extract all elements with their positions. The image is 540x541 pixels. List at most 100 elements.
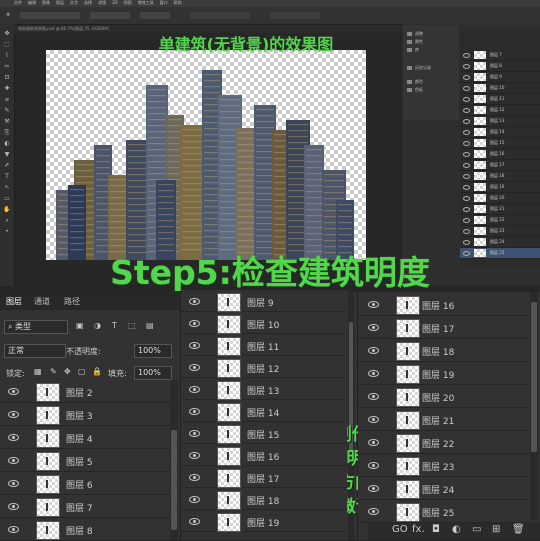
tool-icon[interactable]: ▭ bbox=[3, 195, 11, 202]
visibility-eye-icon[interactable] bbox=[189, 408, 200, 415]
tool-icon[interactable]: ◐ bbox=[3, 140, 11, 147]
tool-icon[interactable]: ✎ bbox=[3, 107, 11, 114]
layer-row[interactable]: 图层 6 bbox=[0, 472, 170, 495]
mask-icon[interactable]: ◘ bbox=[432, 524, 440, 535]
visibility-eye-icon[interactable] bbox=[463, 108, 470, 113]
fill-field[interactable]: 100% bbox=[134, 366, 172, 380]
adjust-item[interactable]: 调整 bbox=[407, 31, 423, 37]
visibility-eye-icon[interactable] bbox=[463, 75, 470, 80]
visibility-eye-icon[interactable] bbox=[189, 452, 200, 459]
fx-icon[interactable]: fx. bbox=[412, 524, 425, 535]
adjust-item[interactable]: 属性 bbox=[407, 39, 423, 45]
layers-scrollbar[interactable] bbox=[530, 292, 538, 520]
layers-scrollbar[interactable] bbox=[170, 380, 178, 540]
layer-row[interactable]: 图层 22 bbox=[358, 431, 528, 454]
layer-row[interactable]: 图层 25 bbox=[358, 500, 528, 523]
visibility-eye-icon[interactable] bbox=[189, 496, 200, 503]
tool-icon[interactable]: ✂ bbox=[3, 63, 11, 70]
layer-row[interactable]: 图层 14 bbox=[181, 400, 347, 422]
mini-layer-row[interactable]: 图层 7 bbox=[460, 50, 540, 61]
visibility-eye-icon[interactable] bbox=[368, 393, 379, 400]
visibility-eye-icon[interactable] bbox=[8, 457, 19, 464]
layer-row[interactable]: 图层 18 bbox=[181, 488, 347, 510]
tool-icon[interactable]: ✐ bbox=[3, 162, 11, 169]
layer-row[interactable]: 图层 20 bbox=[358, 385, 528, 408]
lock-transparent-icon[interactable]: ▦ bbox=[34, 367, 42, 376]
visibility-eye-icon[interactable] bbox=[463, 218, 470, 223]
tool-icon[interactable]: ✋ bbox=[3, 206, 11, 213]
visibility-eye-icon[interactable] bbox=[463, 130, 470, 135]
layer-row[interactable]: 图层 19 bbox=[358, 362, 528, 385]
menu-item[interactable]: 图层 bbox=[56, 0, 64, 5]
option-control[interactable] bbox=[270, 12, 320, 19]
option-control[interactable] bbox=[190, 12, 250, 19]
adjust-filter-icon[interactable]: ◑ bbox=[94, 321, 101, 330]
tab-paths[interactable]: 路径 bbox=[64, 296, 80, 307]
tool-icon[interactable]: ⌇ bbox=[3, 52, 11, 59]
move-icon[interactable]: ✥ bbox=[6, 12, 10, 18]
layer-row[interactable]: 图层 9 bbox=[181, 290, 347, 312]
tool-icon[interactable]: ↖ bbox=[3, 184, 11, 191]
tool-icon[interactable]: ✥ bbox=[3, 30, 11, 37]
visibility-eye-icon[interactable] bbox=[368, 347, 379, 354]
scroll-thumb[interactable] bbox=[531, 302, 537, 452]
layer-row[interactable]: 图层 17 bbox=[181, 466, 347, 488]
visibility-eye-icon[interactable] bbox=[189, 474, 200, 481]
group-icon[interactable]: ▭ bbox=[472, 524, 481, 535]
menu-item[interactable]: 滤镜 bbox=[98, 0, 106, 5]
tool-icon[interactable]: ✚ bbox=[3, 85, 11, 92]
tool-icon[interactable]: T bbox=[3, 173, 11, 180]
tool-icon[interactable]: ⌕ bbox=[3, 217, 11, 224]
layer-row[interactable]: 图层 12 bbox=[181, 356, 347, 378]
mini-layer-row[interactable]: 图层 15 bbox=[460, 138, 540, 149]
tool-icon[interactable]: ⌀ bbox=[3, 96, 11, 103]
visibility-eye-icon[interactable] bbox=[189, 430, 200, 437]
mini-layer-row[interactable]: 图层 12 bbox=[460, 105, 540, 116]
menu-item[interactable]: 窗口 bbox=[160, 0, 168, 5]
tool-icon[interactable]: ⬚ bbox=[3, 41, 11, 48]
visibility-eye-icon[interactable] bbox=[463, 174, 470, 179]
mini-layer-row[interactable]: 图层 20 bbox=[460, 193, 540, 204]
tool-icon[interactable]: ⊡ bbox=[3, 74, 11, 81]
tool-icon[interactable]: ▼ bbox=[3, 151, 11, 158]
layer-row[interactable]: 图层 4 bbox=[0, 426, 170, 449]
menu-item[interactable]: 文件 bbox=[14, 0, 22, 5]
visibility-eye-icon[interactable] bbox=[189, 518, 200, 525]
visibility-eye-icon[interactable] bbox=[368, 370, 379, 377]
adjustment-layer-icon[interactable]: ◐ bbox=[452, 524, 461, 535]
link-layers-icon[interactable]: GO bbox=[392, 524, 408, 535]
tab-layers[interactable]: 图层 bbox=[6, 296, 22, 307]
layer-row[interactable]: 图层 23 bbox=[358, 454, 528, 477]
mini-layer-row[interactable]: 图层 11 bbox=[460, 94, 540, 105]
visibility-eye-icon[interactable] bbox=[8, 526, 19, 533]
option-control[interactable] bbox=[140, 12, 170, 19]
mini-layer-row[interactable]: 图层 14 bbox=[460, 127, 540, 138]
visibility-eye-icon[interactable] bbox=[463, 97, 470, 102]
mini-layer-row[interactable]: 图层 17 bbox=[460, 160, 540, 171]
visibility-eye-icon[interactable] bbox=[463, 119, 470, 124]
visibility-eye-icon[interactable] bbox=[368, 508, 379, 515]
visibility-eye-icon[interactable] bbox=[189, 298, 200, 305]
image-filter-icon[interactable]: ▣ bbox=[76, 321, 84, 330]
tab-channels[interactable]: 通道 bbox=[34, 296, 50, 307]
visibility-eye-icon[interactable] bbox=[368, 416, 379, 423]
layer-row[interactable]: 图层 17 bbox=[358, 316, 528, 339]
menu-item[interactable]: 视图 bbox=[124, 0, 132, 5]
tool-icon[interactable]: • bbox=[3, 228, 11, 235]
visibility-eye-icon[interactable] bbox=[189, 320, 200, 327]
visibility-eye-icon[interactable] bbox=[368, 439, 379, 446]
visibility-eye-icon[interactable] bbox=[8, 434, 19, 441]
mini-layer-row[interactable]: 图层 13 bbox=[460, 116, 540, 127]
layer-row[interactable]: 图层 19 bbox=[181, 510, 347, 532]
adjust-item[interactable]: 颜色 bbox=[407, 79, 423, 85]
lock-all-icon[interactable]: 🔒 bbox=[92, 367, 102, 376]
mini-layer-row[interactable]: 图层 8 bbox=[460, 61, 540, 72]
lock-artboard-icon[interactable]: ▢ bbox=[78, 367, 86, 376]
option-control[interactable] bbox=[90, 12, 130, 19]
mini-layer-row[interactable]: 图层 18 bbox=[460, 171, 540, 182]
new-layer-icon[interactable]: ⊞ bbox=[492, 524, 500, 535]
layer-row[interactable]: 图层 8 bbox=[0, 518, 170, 541]
visibility-eye-icon[interactable] bbox=[463, 163, 470, 168]
mini-layer-row[interactable]: 图层 16 bbox=[460, 149, 540, 160]
scroll-thumb[interactable] bbox=[171, 430, 177, 530]
